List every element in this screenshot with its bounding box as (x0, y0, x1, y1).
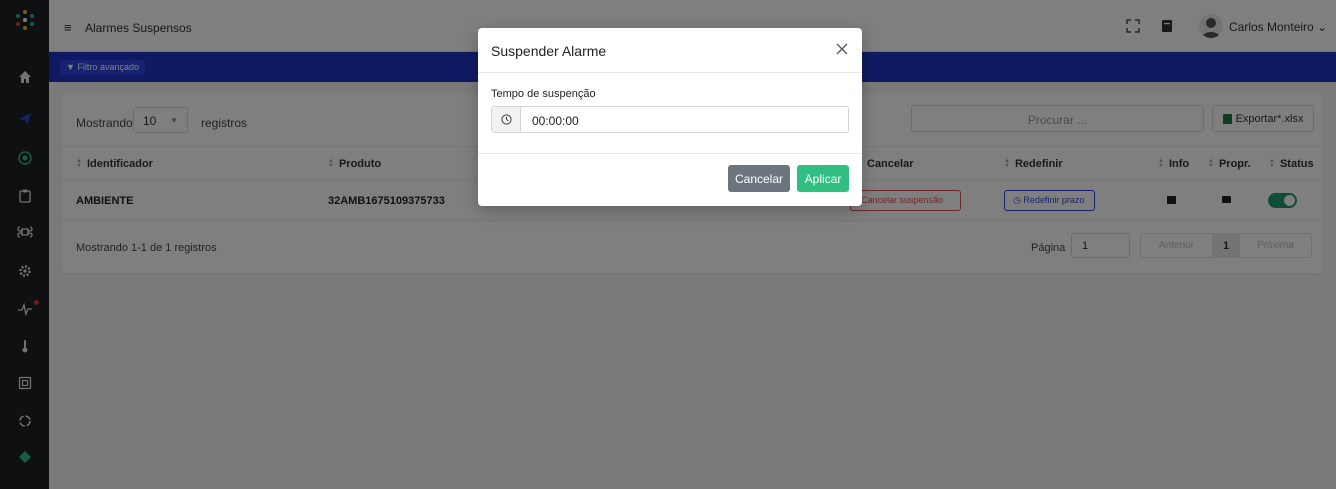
modal-title: Suspender Alarme (491, 43, 607, 59)
suspension-time-value: 00:00:00 (532, 114, 579, 128)
suspension-time-input[interactable]: 00:00:00 (491, 106, 849, 133)
close-icon[interactable] (833, 40, 851, 58)
clock-icon (492, 107, 521, 132)
modal-divider (478, 153, 862, 154)
suspend-alarm-modal: Suspender Alarme Tempo de suspenção 00:0… (478, 28, 862, 206)
cancel-button[interactable]: Cancelar (728, 165, 790, 192)
modal-divider (478, 72, 862, 73)
apply-button[interactable]: Aplicar (797, 165, 849, 192)
suspension-time-label: Tempo de suspenção (491, 88, 596, 100)
